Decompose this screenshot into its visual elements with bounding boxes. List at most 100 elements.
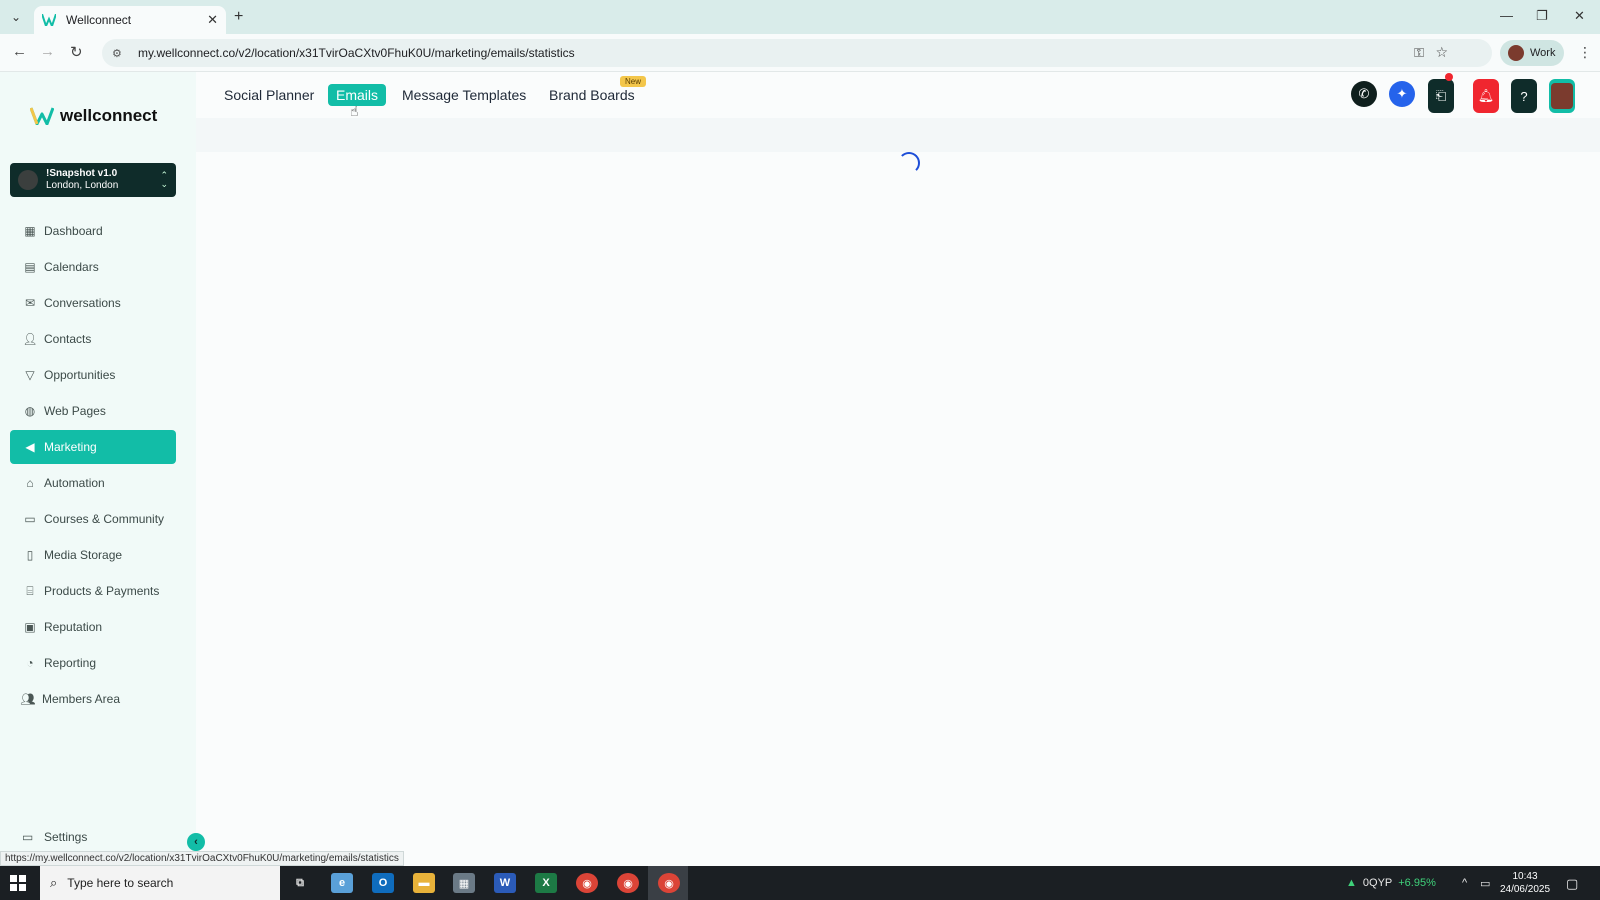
tray-chevron-icon[interactable]: ^ (1462, 877, 1467, 889)
file-icon: ▯ (26, 548, 34, 562)
unread-dot (1445, 73, 1453, 81)
network-icon[interactable]: ▭ (1480, 877, 1490, 890)
sidebar-item-label: Reputation (44, 620, 103, 634)
browser-tabstrip: ⌄ Wellconnect ✕ + — ❐ ✕ (0, 0, 1600, 34)
users-icon: 👥︎ (20, 692, 36, 706)
outlook-icon[interactable]: O (372, 873, 394, 893)
taskbar-search-box[interactable]: ⌕ Type here to search (40, 866, 280, 900)
back-icon[interactable]: ← (12, 43, 27, 60)
tab-message-templates[interactable]: Message Templates (394, 84, 534, 106)
wellconnect-favicon-icon (42, 13, 56, 27)
robot-icon: ⌂ (26, 476, 34, 490)
sidebar-item-label: Automation (44, 476, 105, 490)
browser-tab[interactable]: Wellconnect ✕ (34, 6, 226, 34)
sidebar-item-dashboard[interactable]: ▦ Dashboard (10, 214, 176, 248)
chrome-profile-icon[interactable]: ◉ (617, 873, 639, 893)
tab-social-planner[interactable]: Social Planner (216, 84, 322, 106)
settings-icon: ▭ (22, 830, 34, 844)
notifications-bell-icon[interactable]: 🔔︎ (1473, 79, 1499, 113)
app-icon-edge[interactable]: e (331, 873, 353, 893)
app-logo[interactable]: wellconnect (30, 106, 157, 126)
calculator-icon[interactable]: ▦ (453, 873, 475, 893)
ticker-symbol: 0QYP (1362, 877, 1393, 889)
tab-close-icon[interactable]: ✕ (207, 12, 218, 28)
sidebar-item-opportunities[interactable]: ▽ Opportunities (10, 358, 176, 392)
task-view-icon[interactable]: ⧉ (289, 873, 311, 893)
collapse-sidebar-icon[interactable]: ‹ (187, 833, 205, 851)
browser-profile-button[interactable]: Work (1500, 40, 1564, 66)
window-close-icon[interactable]: ✕ (1574, 8, 1585, 24)
file-explorer-icon[interactable]: ▬ (413, 873, 435, 893)
sub-header-strip (196, 118, 1600, 152)
star-card-icon: ▣ (24, 620, 36, 634)
funnel-icon: ▽ (25, 368, 35, 382)
globe-icon: ◍ (24, 404, 36, 418)
new-badge: New (620, 76, 647, 87)
forward-icon[interactable]: → (40, 43, 55, 60)
user-icon: 👤︎ (22, 332, 38, 346)
sidebar-item-label: Dashboard (44, 224, 103, 238)
word-icon[interactable]: W (494, 873, 516, 893)
new-tab-icon[interactable]: + (234, 8, 243, 26)
password-key-icon[interactable]: ⚿ (1414, 45, 1424, 61)
action-center-icon[interactable]: ▢ (1566, 876, 1578, 892)
sidebar-item-label: Courses & Community (44, 512, 165, 526)
sidebar-item-web-pages[interactable]: ◍ Web Pages (10, 394, 176, 428)
bookmark-star-icon[interactable]: ☆ (1435, 44, 1448, 61)
store-icon: ⌸ (26, 583, 34, 598)
changelog-icon[interactable]: ⎗ (1428, 79, 1454, 113)
sidebar-item-calendars[interactable]: ▤ Calendars (10, 250, 176, 284)
restore-icon[interactable]: ❐ (1536, 8, 1548, 24)
sidebar-item-products-payments[interactable]: ⌸ Products & Payments (10, 574, 176, 608)
stock-ticker[interactable]: ▲ 0QYP +6.95% (1346, 877, 1436, 889)
dashboard-icon: ▦ (24, 224, 36, 238)
profile-label: Work (1530, 47, 1556, 59)
clock-time: 10:43 (1512, 871, 1538, 882)
browser-menu-icon[interactable]: ⋮ (1578, 44, 1592, 61)
logo-text: wellconnect (60, 106, 158, 125)
status-url-tooltip: https://my.wellconnect.co/v2/location/x3… (0, 851, 404, 866)
sidebar-item-label: Products & Payments (44, 584, 160, 598)
sidebar-item-contacts[interactable]: 👤︎ Contacts (10, 322, 176, 356)
address-bar[interactable]: ⚙ my.wellconnect.co/v2/location/x31TvirO… (102, 39, 1492, 67)
sidebar-item-automation[interactable]: ⌂ Automation (10, 466, 176, 500)
sidebar-item-label: Marketing (44, 440, 97, 454)
minimize-icon[interactable]: — (1500, 8, 1513, 23)
chrome-icon[interactable]: ◉ (576, 873, 598, 893)
sidebar-item-members-area[interactable]: 👥︎ Members Area (10, 682, 176, 716)
phone-icon[interactable]: ✆ (1351, 81, 1377, 107)
sidebar-nav: ▦ Dashboard ▤ Calendars ✉ Conversations 👤︎ C… (10, 214, 176, 718)
sidebar-item-label: Settings (44, 830, 88, 844)
tab-search-chevron-icon[interactable]: ⌄ (6, 8, 26, 26)
sidebar-item-reputation[interactable]: ▣ Reputation (10, 610, 176, 644)
site-info-icon[interactable]: ⚙ (112, 47, 128, 60)
taskbar-clock[interactable]: 10:43 24/06/2025 (1497, 870, 1553, 896)
account-switcher[interactable]: !Snapshot v1.0 London, London ⌃ ⌄ (10, 163, 176, 197)
reload-icon[interactable]: ↻ (70, 43, 83, 61)
sidebar-item-reporting[interactable]: ◔ Reporting (10, 646, 176, 680)
ticker-change: +6.95% (1398, 877, 1436, 889)
sidebar-item-conversations[interactable]: ✉ Conversations (10, 286, 176, 320)
clock-date: 24/06/2025 (1499, 884, 1551, 895)
tab-brand-boards[interactable]: Brand Boards (541, 84, 643, 106)
wellconnect-logo-icon (30, 107, 54, 125)
sidebar-item-label: Web Pages (44, 404, 106, 418)
sidebar-item-label: Reporting (44, 656, 97, 670)
excel-icon[interactable]: X (535, 873, 557, 893)
help-icon[interactable]: ? (1511, 79, 1537, 113)
windows-start-icon[interactable] (10, 875, 26, 891)
profile-avatar (1508, 45, 1524, 61)
sidebar-item-courses[interactable]: ▭ Courses & Community (10, 502, 176, 536)
account-avatar (18, 170, 38, 190)
sidebar-item-media-storage[interactable]: ▯ Media Storage (10, 538, 176, 572)
sidebar-item-settings[interactable]: ▭ Settings (22, 830, 87, 844)
chrome-work-icon[interactable]: ◉ (658, 873, 680, 893)
inbox-icon: ✉ (24, 296, 36, 310)
user-avatar[interactable] (1549, 79, 1575, 113)
sidebar-item-marketing[interactable]: ◀ Marketing (10, 430, 176, 464)
launchpad-icon[interactable]: ✦ (1389, 81, 1415, 107)
user-avatar-image (1551, 83, 1573, 109)
trend-up-icon: ▲ (1346, 877, 1357, 889)
sidebar-item-label: Media Storage (44, 548, 123, 562)
sidebar-item-label: Members Area (42, 692, 121, 706)
